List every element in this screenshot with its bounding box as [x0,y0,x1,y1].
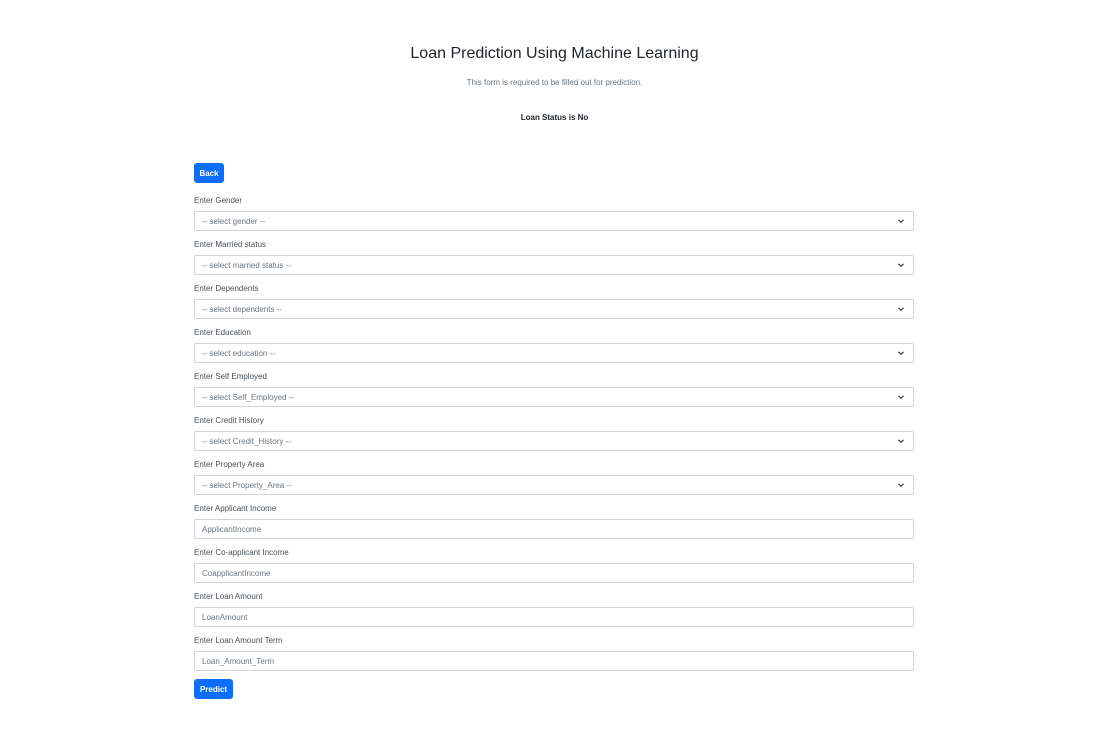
field-label: Enter Property Area [194,460,265,469]
field-coapplicant-income: Enter Co-applicant Income CoapplicantInc… [194,548,914,592]
field-loan-amount-term: Enter Loan Amount Term Loan_Amount_Term [194,636,914,680]
input-placeholder: Loan_Amount_Term [202,656,275,666]
field-label: Enter Dependents [194,284,259,293]
predict-button[interactable]: Predict [194,679,233,699]
select-value: -- select married status -- [202,260,291,270]
back-button[interactable]: Back [194,163,224,183]
field-self-employed: Enter Self Employed -- select Self_Emplo… [194,372,914,416]
input-placeholder: LoanAmount [202,612,248,622]
chevron-down-icon [898,351,904,356]
dependents-select[interactable]: -- select dependents -- [194,299,914,319]
input-placeholder: CoapplicantIncome [202,568,271,578]
loan-amount-input[interactable]: LoanAmount [194,607,914,627]
field-label: Enter Co-applicant Income [194,548,289,557]
select-value: -- select education -- [202,348,275,358]
chevron-down-icon [898,483,904,488]
married-status-select[interactable]: -- select married status -- [194,255,914,275]
chevron-down-icon [898,395,904,400]
chevron-down-icon [898,219,904,224]
coapplicant-income-input[interactable]: CoapplicantIncome [194,563,914,583]
credit-history-select[interactable]: -- select Credit_History -- [194,431,914,451]
education-select[interactable]: -- select education -- [194,343,914,363]
select-value: -- select gender -- [202,216,266,226]
loan-amount-term-input[interactable]: Loan_Amount_Term [194,651,914,671]
field-gender: Enter Gender -- select gender -- [194,196,914,240]
field-education: Enter Education -- select education -- [194,328,914,372]
field-label: Enter Applicant Income [194,504,277,513]
field-dependents: Enter Dependents -- select dependents -- [194,284,914,328]
field-loan-amount: Enter Loan Amount LoanAmount [194,592,914,636]
field-label: Enter Gender [194,196,243,205]
self-employed-select[interactable]: -- select Self_Employed -- [194,387,914,407]
gender-select[interactable]: -- select gender -- [194,211,914,231]
field-label: Enter Self Employed [194,372,267,381]
applicant-income-input[interactable]: ApplicantIncome [194,519,914,539]
select-value: -- select dependents -- [202,304,283,314]
field-label: Enter Loan Amount [194,592,263,601]
chevron-down-icon [898,263,904,268]
field-married: Enter Married status -- select married s… [194,240,914,284]
select-value: -- select Self_Employed -- [202,392,295,402]
select-value: -- select Property_Area -- [202,480,292,490]
field-property-area: Enter Property Area -- select Property_A… [194,460,914,504]
select-value: -- select Credit_History -- [202,436,291,446]
loan-form: Enter Gender -- select gender -- Enter M… [194,196,914,680]
property-area-select[interactable]: -- select Property_Area -- [194,475,914,495]
chevron-down-icon [898,307,904,312]
page-title: Loan Prediction Using Machine Learning [410,45,699,62]
field-label: Enter Education [194,328,251,337]
loan-status-text: Loan Status is No [520,113,589,122]
page-subtitle: This form is required to be filled out f… [466,78,643,87]
field-credit-history: Enter Credit History -- select Credit_Hi… [194,416,914,460]
field-label: Enter Loan Amount Term [194,636,283,645]
field-label: Enter Credit History [194,416,264,425]
field-label: Enter Married status [194,240,267,249]
input-placeholder: ApplicantIncome [202,524,262,534]
chevron-down-icon [898,439,904,444]
page: Loan Prediction Using Machine Learning T… [0,0,1109,738]
field-applicant-income: Enter Applicant Income ApplicantIncome [194,504,914,548]
